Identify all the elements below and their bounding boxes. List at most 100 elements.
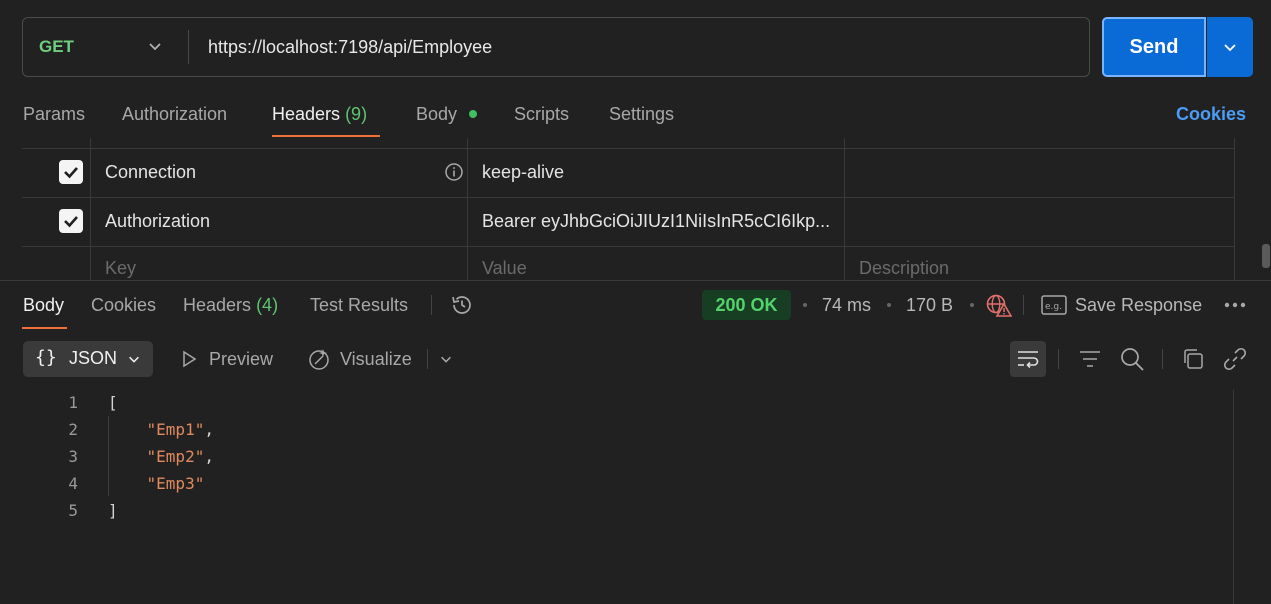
chevron-down-icon[interactable] bbox=[147, 38, 163, 54]
cookies-link[interactable]: Cookies bbox=[1176, 100, 1246, 128]
globe-warning-icon[interactable] bbox=[986, 293, 1012, 317]
code-punct: , bbox=[204, 420, 214, 439]
header-checkbox-authorization[interactable] bbox=[59, 209, 83, 233]
separator bbox=[431, 295, 432, 315]
send-options-button[interactable] bbox=[1207, 17, 1253, 77]
header-value[interactable]: Bearer eyJhbGciOiJIUzI1NiIsInR5cCI6Ikp..… bbox=[482, 209, 830, 233]
editor-edge bbox=[1233, 390, 1234, 604]
response-tab-cookies[interactable]: Cookies bbox=[91, 292, 156, 318]
separator bbox=[1023, 295, 1024, 315]
col-divider bbox=[467, 138, 468, 280]
headers-table: Connection keep-alive Authorization Bear… bbox=[22, 138, 1235, 280]
link-icon[interactable] bbox=[1222, 346, 1248, 372]
visualize-icon bbox=[309, 349, 329, 370]
code-line[interactable]: "Emp2", bbox=[108, 443, 214, 470]
preview-button[interactable]: Preview bbox=[209, 346, 273, 372]
description-placeholder[interactable]: Description bbox=[859, 256, 949, 280]
format-label: JSON bbox=[69, 348, 118, 368]
meta-dot bbox=[970, 303, 974, 307]
col-divider bbox=[1234, 138, 1235, 280]
value-placeholder[interactable]: Value bbox=[482, 256, 527, 280]
header-checkbox-connection[interactable] bbox=[59, 160, 83, 184]
request-url-bar: GET https://localhost:7198/api/Employee bbox=[22, 17, 1090, 77]
search-icon[interactable] bbox=[1119, 346, 1145, 372]
history-icon[interactable] bbox=[450, 293, 474, 317]
method-select[interactable]: GET bbox=[39, 18, 74, 76]
response-tab-headers[interactable]: Headers (4) bbox=[183, 292, 278, 318]
row-divider bbox=[22, 197, 1235, 198]
save-example-icon[interactable]: e.g. bbox=[1041, 295, 1067, 315]
status-badge[interactable]: 200 OK bbox=[702, 290, 791, 320]
wrap-icon bbox=[1018, 351, 1039, 369]
col-divider bbox=[90, 138, 91, 280]
tab-headers-label: Headers bbox=[272, 104, 341, 124]
body-modified-dot bbox=[469, 110, 477, 118]
line-number: 4 bbox=[68, 474, 78, 493]
send-button[interactable]: Send bbox=[1102, 17, 1206, 77]
response-tab-test-results[interactable]: Test Results bbox=[310, 292, 408, 318]
response-tab-body[interactable]: Body bbox=[23, 292, 64, 318]
filter-icon[interactable] bbox=[1078, 348, 1102, 370]
code-line[interactable]: "Emp1", bbox=[108, 416, 214, 443]
check-icon bbox=[64, 167, 78, 179]
code-punct: ] bbox=[108, 501, 118, 520]
chevron-down-icon bbox=[129, 356, 139, 363]
line-number: 5 bbox=[68, 501, 78, 520]
response-tab-headers-count: (4) bbox=[256, 295, 279, 315]
tab-body[interactable]: Body bbox=[416, 100, 457, 128]
separator bbox=[1058, 349, 1059, 369]
url-divider bbox=[188, 30, 189, 64]
code-punct: , bbox=[204, 447, 214, 466]
scrollbar[interactable] bbox=[1262, 244, 1270, 268]
tab-scripts[interactable]: Scripts bbox=[514, 100, 569, 128]
save-response-button[interactable]: Save Response bbox=[1075, 292, 1202, 318]
meta-dot bbox=[887, 303, 891, 307]
header-key[interactable]: Authorization bbox=[105, 209, 210, 233]
tab-headers-count: (9) bbox=[345, 104, 368, 124]
copy-icon[interactable] bbox=[1181, 347, 1205, 371]
wrap-lines-button[interactable] bbox=[1010, 341, 1046, 377]
format-select[interactable]: {} JSON bbox=[23, 341, 153, 377]
chevron-down-icon[interactable] bbox=[439, 352, 453, 366]
json-string: "Emp3" bbox=[146, 474, 205, 493]
section-divider bbox=[0, 280, 1271, 281]
separator bbox=[1162, 349, 1163, 369]
more-icon[interactable] bbox=[1224, 302, 1246, 308]
url-input[interactable]: https://localhost:7198/api/Employee bbox=[208, 18, 492, 76]
braces-icon: {} bbox=[35, 347, 57, 368]
visualize-button[interactable]: Visualize bbox=[340, 346, 412, 372]
tab-headers[interactable]: Headers (9) bbox=[272, 100, 367, 128]
json-string: "Emp2" bbox=[146, 447, 205, 466]
code-line[interactable]: ] bbox=[108, 497, 118, 524]
json-string: "Emp1" bbox=[146, 420, 205, 439]
response-tab-headers-label: Headers bbox=[183, 295, 252, 315]
check-icon bbox=[64, 216, 78, 228]
info-icon[interactable] bbox=[444, 162, 464, 182]
header-value[interactable]: keep-alive bbox=[482, 160, 564, 184]
separator bbox=[427, 349, 428, 369]
response-size[interactable]: 170 B bbox=[906, 292, 953, 318]
header-key[interactable]: Connection bbox=[105, 160, 196, 184]
key-placeholder[interactable]: Key bbox=[105, 256, 136, 280]
line-number: 1 bbox=[68, 393, 78, 412]
meta-dot bbox=[803, 303, 807, 307]
tab-params[interactable]: Params bbox=[23, 100, 85, 128]
tab-authorization[interactable]: Authorization bbox=[122, 100, 227, 128]
play-icon bbox=[183, 350, 197, 368]
response-time[interactable]: 74 ms bbox=[822, 292, 871, 318]
col-divider bbox=[844, 138, 845, 280]
code-line[interactable]: "Emp3" bbox=[108, 470, 205, 497]
tab-settings[interactable]: Settings bbox=[609, 100, 674, 128]
chevron-down-icon bbox=[1224, 44, 1236, 52]
active-tab-indicator bbox=[272, 135, 380, 137]
row-divider bbox=[22, 246, 1235, 247]
row-divider bbox=[22, 148, 1235, 149]
line-number: 2 bbox=[68, 420, 78, 439]
line-number: 3 bbox=[68, 447, 78, 466]
code-punct: [ bbox=[108, 393, 118, 412]
active-tab-indicator bbox=[22, 327, 67, 329]
code-line[interactable]: [ bbox=[108, 389, 118, 416]
